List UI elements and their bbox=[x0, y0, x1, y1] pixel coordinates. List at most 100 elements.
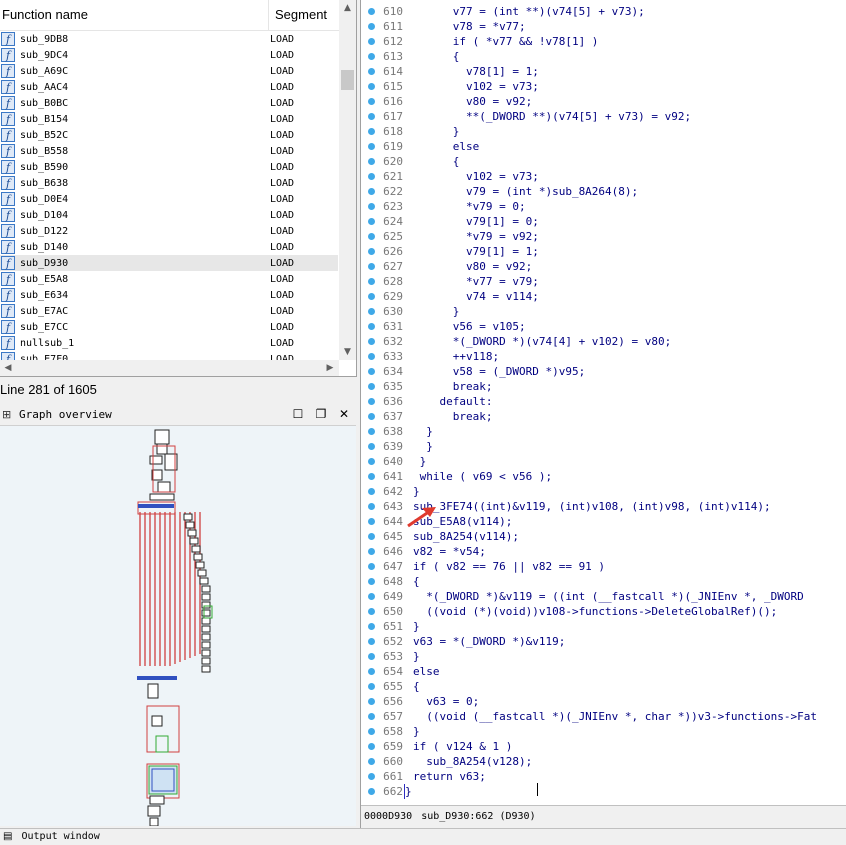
graph-viewport[interactable] bbox=[148, 765, 178, 795]
code-line[interactable]: 634 v58 = (_DWORD *)v95; bbox=[361, 364, 846, 379]
code-line[interactable]: 614 v78[1] = 1; bbox=[361, 64, 846, 79]
breakpoint-dot-icon[interactable] bbox=[368, 668, 375, 675]
function-row[interactable]: f sub_B590 LOAD bbox=[0, 159, 338, 175]
code-line[interactable]: 653} bbox=[361, 649, 846, 664]
breakpoint-dot-icon[interactable] bbox=[368, 368, 375, 375]
code-line[interactable]: 626 v79[1] = 1; bbox=[361, 244, 846, 259]
code-line[interactable]: 646 v82 = *v54; bbox=[361, 544, 846, 559]
function-row[interactable]: f nullsub_1 LOAD bbox=[0, 335, 338, 351]
code-line[interactable]: 636 default: bbox=[361, 394, 846, 409]
code-line[interactable]: 637 break; bbox=[361, 409, 846, 424]
code-line[interactable]: 617 **(_DWORD **)(v74[5] + v73) = v92; bbox=[361, 109, 846, 124]
scroll-left-icon[interactable]: ◀ bbox=[0, 360, 16, 376]
breakpoint-dot-icon[interactable] bbox=[368, 578, 375, 585]
code-line[interactable]: 611 v78 = *v77; bbox=[361, 19, 846, 34]
function-row[interactable]: f sub_A69C LOAD bbox=[0, 63, 338, 79]
code-line[interactable]: 647 if ( v82 == 76 || v82 == 91 ) bbox=[361, 559, 846, 574]
breakpoint-dot-icon[interactable] bbox=[368, 743, 375, 750]
breakpoint-dot-icon[interactable] bbox=[368, 173, 375, 180]
code-line[interactable]: 656 v63 = 0; bbox=[361, 694, 846, 709]
pseudocode-lines[interactable]: 610 v77 = (int **)(v74[5] + v73); 611 v78… bbox=[361, 4, 846, 799]
code-line[interactable]: 613 { bbox=[361, 49, 846, 64]
scrollbar-thumb[interactable] bbox=[341, 70, 354, 90]
code-line[interactable]: 658} bbox=[361, 724, 846, 739]
function-row[interactable]: f sub_D122 LOAD bbox=[0, 223, 338, 239]
function-row[interactable]: f sub_B52C LOAD bbox=[0, 127, 338, 143]
breakpoint-dot-icon[interactable] bbox=[368, 758, 375, 765]
breakpoint-dot-icon[interactable] bbox=[368, 728, 375, 735]
breakpoint-dot-icon[interactable] bbox=[368, 398, 375, 405]
breakpoint-dot-icon[interactable] bbox=[368, 188, 375, 195]
function-row[interactable]: f sub_D140 LOAD bbox=[0, 239, 338, 255]
close-icon[interactable]: ✕ bbox=[336, 406, 352, 422]
breakpoint-dot-icon[interactable] bbox=[368, 158, 375, 165]
code-line[interactable]: 627 v80 = v92; bbox=[361, 259, 846, 274]
code-line[interactable]: 622 v79 = (int *)sub_8A264(8); bbox=[361, 184, 846, 199]
code-line[interactable]: 652 v63 = *(_DWORD *)&v119; bbox=[361, 634, 846, 649]
code-line[interactable]: 651} bbox=[361, 619, 846, 634]
breakpoint-dot-icon[interactable] bbox=[368, 788, 375, 795]
scroll-down-icon[interactable]: ▼ bbox=[339, 344, 356, 360]
scroll-right-icon[interactable]: ▶ bbox=[322, 360, 338, 376]
breakpoint-dot-icon[interactable] bbox=[368, 473, 375, 480]
code-line[interactable]: 619 else bbox=[361, 139, 846, 154]
breakpoint-dot-icon[interactable] bbox=[368, 113, 375, 120]
function-row[interactable]: f sub_D0E4 LOAD bbox=[0, 191, 338, 207]
breakpoint-dot-icon[interactable] bbox=[368, 143, 375, 150]
breakpoint-dot-icon[interactable] bbox=[368, 8, 375, 15]
maximize-icon[interactable]: ☐ bbox=[290, 406, 306, 422]
function-row[interactable]: f sub_E5A8 LOAD bbox=[0, 271, 338, 287]
code-line[interactable]: 612 if ( *v77 && !v78[1] ) bbox=[361, 34, 846, 49]
breakpoint-dot-icon[interactable] bbox=[368, 623, 375, 630]
code-line[interactable]: 649 *(_DWORD *)&v119 = ((int (__fastcall… bbox=[361, 589, 846, 604]
code-line[interactable]: 629 v74 = v114; bbox=[361, 289, 846, 304]
breakpoint-dot-icon[interactable] bbox=[368, 263, 375, 270]
breakpoint-dot-icon[interactable] bbox=[368, 713, 375, 720]
functions-horizontal-scrollbar[interactable]: ◀ ▶ bbox=[0, 360, 339, 376]
function-row[interactable]: f sub_B154 LOAD bbox=[0, 111, 338, 127]
breakpoint-dot-icon[interactable] bbox=[368, 338, 375, 345]
output-window-tab[interactable]: ▤ Output window bbox=[0, 828, 846, 845]
breakpoint-dot-icon[interactable] bbox=[368, 488, 375, 495]
function-row[interactable]: f sub_9DC4 LOAD bbox=[0, 47, 338, 63]
breakpoint-dot-icon[interactable] bbox=[368, 563, 375, 570]
breakpoint-dot-icon[interactable] bbox=[368, 68, 375, 75]
breakpoint-dot-icon[interactable] bbox=[368, 23, 375, 30]
code-line[interactable]: 654 else bbox=[361, 664, 846, 679]
code-line[interactable]: 620 { bbox=[361, 154, 846, 169]
function-row[interactable]: f sub_B558 LOAD bbox=[0, 143, 338, 159]
column-header-function-name[interactable]: Function name bbox=[0, 0, 269, 30]
breakpoint-dot-icon[interactable] bbox=[368, 593, 375, 600]
breakpoint-dot-icon[interactable] bbox=[368, 413, 375, 420]
code-line[interactable]: 639 } bbox=[361, 439, 846, 454]
column-header-segment[interactable]: Segment bbox=[269, 0, 327, 30]
breakpoint-dot-icon[interactable] bbox=[368, 98, 375, 105]
code-line[interactable]: 615 v102 = v73; bbox=[361, 79, 846, 94]
code-line[interactable]: 640 } bbox=[361, 454, 846, 469]
breakpoint-dot-icon[interactable] bbox=[368, 383, 375, 390]
code-line[interactable]: 632 *(_DWORD *)(v74[4] + v102) = v80; bbox=[361, 334, 846, 349]
breakpoint-dot-icon[interactable] bbox=[368, 608, 375, 615]
code-line[interactable]: 624 v79[1] = 0; bbox=[361, 214, 846, 229]
code-line[interactable]: 623 *v79 = 0; bbox=[361, 199, 846, 214]
breakpoint-dot-icon[interactable] bbox=[368, 203, 375, 210]
code-line[interactable]: 625 *v79 = v92; bbox=[361, 229, 846, 244]
code-line[interactable]: 621 v102 = v73; bbox=[361, 169, 846, 184]
graph-overview-canvas[interactable] bbox=[0, 426, 356, 827]
function-row[interactable]: f sub_E634 LOAD bbox=[0, 287, 338, 303]
breakpoint-dot-icon[interactable] bbox=[368, 38, 375, 45]
breakpoint-dot-icon[interactable] bbox=[368, 128, 375, 135]
breakpoint-dot-icon[interactable] bbox=[368, 683, 375, 690]
code-line[interactable]: 635 break; bbox=[361, 379, 846, 394]
breakpoint-dot-icon[interactable] bbox=[368, 548, 375, 555]
function-row[interactable]: f sub_D930 LOAD bbox=[0, 255, 338, 271]
code-line[interactable]: 655 { bbox=[361, 679, 846, 694]
breakpoint-dot-icon[interactable] bbox=[368, 503, 375, 510]
code-line[interactable]: 662} bbox=[361, 784, 846, 799]
code-line[interactable]: 641 while ( v69 < v56 ); bbox=[361, 469, 846, 484]
code-line[interactable]: 650 ((void (*)(void))v108->functions->De… bbox=[361, 604, 846, 619]
breakpoint-dot-icon[interactable] bbox=[368, 353, 375, 360]
code-line[interactable]: 628 *v77 = v79; bbox=[361, 274, 846, 289]
function-row[interactable]: f sub_D104 LOAD bbox=[0, 207, 338, 223]
function-row[interactable]: f sub_E7CC LOAD bbox=[0, 319, 338, 335]
